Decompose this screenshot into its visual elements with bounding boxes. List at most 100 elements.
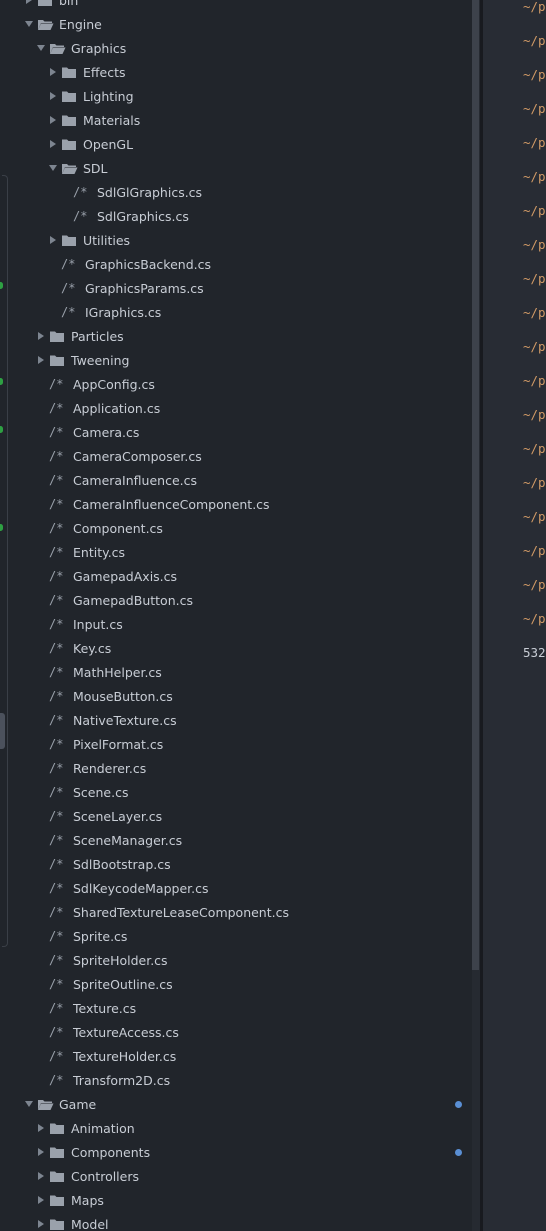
tree-folder-row[interactable]: Graphics (9, 36, 472, 60)
terminal-line: ~/p (523, 67, 546, 82)
tree-folder-row[interactable]: Particles (9, 324, 472, 348)
tree-item-label: Maps (71, 1192, 104, 1208)
chevron-right-icon[interactable] (47, 68, 59, 76)
tree-file-row[interactable]: /* PixelFormat.cs (9, 732, 472, 756)
tree-item-label: Renderer.cs (73, 760, 147, 776)
terminal-line: ~/p (523, 169, 546, 184)
tree-folder-row[interactable]: Game (9, 1092, 472, 1116)
file-comment-icon: /* (49, 1049, 64, 1063)
tree-file-row[interactable]: /* SdlBootstrap.cs (9, 852, 472, 876)
chevron-right-icon[interactable] (23, 0, 35, 4)
tree-folder-row[interactable]: Engine (9, 12, 472, 36)
tree-file-row[interactable]: /* Input.cs (9, 612, 472, 636)
tree-folder-row[interactable]: Effects (9, 60, 472, 84)
tree-file-row[interactable]: /* SceneManager.cs (9, 828, 472, 852)
chevron-right-icon[interactable] (35, 1220, 47, 1228)
tree-file-row[interactable]: /* GraphicsBackend.cs (9, 252, 472, 276)
tree-item-label: Component.cs (73, 520, 163, 536)
tree-item-label: Graphics (71, 40, 127, 56)
tree-folder-row[interactable]: Controllers (9, 1164, 472, 1188)
tree-folder-row[interactable]: Components (9, 1140, 472, 1164)
chevron-right-icon[interactable] (47, 140, 59, 148)
tree-file-row[interactable]: /* Scene.cs (9, 780, 472, 804)
chevron-right-icon[interactable] (47, 92, 59, 100)
tree-file-row[interactable]: /* Key.cs (9, 636, 472, 660)
tree-item-label: Tweening (71, 352, 130, 368)
tree-file-row[interactable]: /* SpriteOutline.cs (9, 972, 472, 996)
tree-folder-row[interactable]: Materials (9, 108, 472, 132)
tree-file-row[interactable]: /* IGraphics.cs (9, 300, 472, 324)
tree-file-row[interactable]: /* NativeTexture.cs (9, 708, 472, 732)
folder-open-icon (37, 18, 59, 31)
file-comment-icon: /* (49, 953, 64, 967)
tree-file-row[interactable]: /* Entity.cs (9, 540, 472, 564)
chevron-right-icon[interactable] (35, 332, 47, 340)
chevron-right-icon[interactable] (35, 1196, 47, 1204)
tree-folder-row[interactable]: Model (9, 1212, 472, 1231)
chevron-right-icon[interactable] (35, 1124, 47, 1132)
file-tree-scrollbar[interactable] (472, 0, 480, 1231)
tree-file-row[interactable]: /* GraphicsParams.cs (9, 276, 472, 300)
tree-file-row[interactable]: /* CameraInfluenceComponent.cs (9, 492, 472, 516)
tree-folder-row[interactable]: Animation (9, 1116, 472, 1140)
tree-folder-row[interactable]: Maps (9, 1188, 472, 1212)
tree-item-label: SpriteOutline.cs (73, 976, 173, 992)
tree-file-row[interactable]: /* Texture.cs (9, 996, 472, 1020)
tree-file-row[interactable]: /* GamepadButton.cs (9, 588, 472, 612)
tree-file-row[interactable]: /* Camera.cs (9, 420, 472, 444)
tree-file-row[interactable]: /* TextureHolder.cs (9, 1044, 472, 1068)
tree-file-row[interactable]: /* Application.cs (9, 396, 472, 420)
tree-file-row[interactable]: /* SharedTextureLeaseComponent.cs (9, 900, 472, 924)
tree-file-row[interactable]: /* Component.cs (9, 516, 472, 540)
tree-folder-row[interactable]: bin (9, 0, 472, 12)
file-comment-icon: /* (61, 305, 76, 319)
chevron-right-icon[interactable] (35, 356, 47, 364)
tree-file-row[interactable]: /* TextureAccess.cs (9, 1020, 472, 1044)
tree-folder-row[interactable]: Lighting (9, 84, 472, 108)
tree-item-label: Transform2D.cs (73, 1072, 171, 1088)
tree-file-row[interactable]: /* SdlGraphics.cs (9, 204, 472, 228)
tree-item-label: SceneLayer.cs (73, 808, 163, 824)
tree-file-row[interactable]: /* CameraComposer.cs (9, 444, 472, 468)
tree-folder-row[interactable]: SDL (9, 156, 472, 180)
tree-item-label: SdlBootstrap.cs (73, 856, 171, 872)
chevron-down-icon[interactable] (35, 45, 47, 51)
chevron-right-icon[interactable] (35, 1172, 47, 1180)
chevron-down-icon[interactable] (23, 21, 35, 27)
tree-file-row[interactable]: /* SpriteHolder.cs (9, 948, 472, 972)
tree-file-row[interactable]: /* Sprite.cs (9, 924, 472, 948)
tree-file-row[interactable]: /* Renderer.cs (9, 756, 472, 780)
file-comment-icon: /* (49, 713, 64, 727)
modified-indicator (455, 1149, 462, 1156)
tree-file-row[interactable]: /* MathHelper.cs (9, 660, 472, 684)
scrollbar-thumb[interactable] (472, 0, 479, 970)
tree-file-row[interactable]: /* SceneLayer.cs (9, 804, 472, 828)
tree-folder-row[interactable]: OpenGL (9, 132, 472, 156)
file-comment-icon: /* (49, 569, 64, 583)
chevron-right-icon[interactable] (47, 116, 59, 124)
terminal-line: ~/p (523, 0, 546, 14)
tree-item-label: Controllers (71, 1168, 139, 1184)
tree-file-row[interactable]: /* SdlGlGraphics.cs (9, 180, 472, 204)
chevron-down-icon[interactable] (47, 165, 59, 171)
chevron-right-icon[interactable] (47, 236, 59, 244)
tree-file-row[interactable]: /* MouseButton.cs (9, 684, 472, 708)
tree-folder-row[interactable]: Utilities (9, 228, 472, 252)
file-tree: bin Engine Graphics Effects Lighting Material… (9, 0, 472, 1231)
tree-file-row[interactable]: /* Transform2D.cs (9, 1068, 472, 1092)
tree-file-row[interactable]: /* SdlKeycodeMapper.cs (9, 876, 472, 900)
gutter-scroll-thumb[interactable] (0, 713, 5, 749)
tree-item-label: MouseButton.cs (73, 688, 173, 704)
tree-file-row[interactable]: /* GamepadAxis.cs (9, 564, 472, 588)
tree-file-row[interactable]: /* CameraInfluence.cs (9, 468, 472, 492)
tree-item-label: OpenGL (83, 136, 134, 152)
folder-open-icon (37, 1098, 59, 1111)
tree-file-row[interactable]: /* AppConfig.cs (9, 372, 472, 396)
file-comment-icon: /* (49, 881, 64, 895)
folder-icon (61, 66, 83, 79)
chevron-right-icon[interactable] (35, 1148, 47, 1156)
tree-item-label: AppConfig.cs (73, 376, 155, 392)
file-comment-icon: /* (49, 905, 64, 919)
chevron-down-icon[interactable] (23, 1101, 35, 1107)
tree-folder-row[interactable]: Tweening (9, 348, 472, 372)
